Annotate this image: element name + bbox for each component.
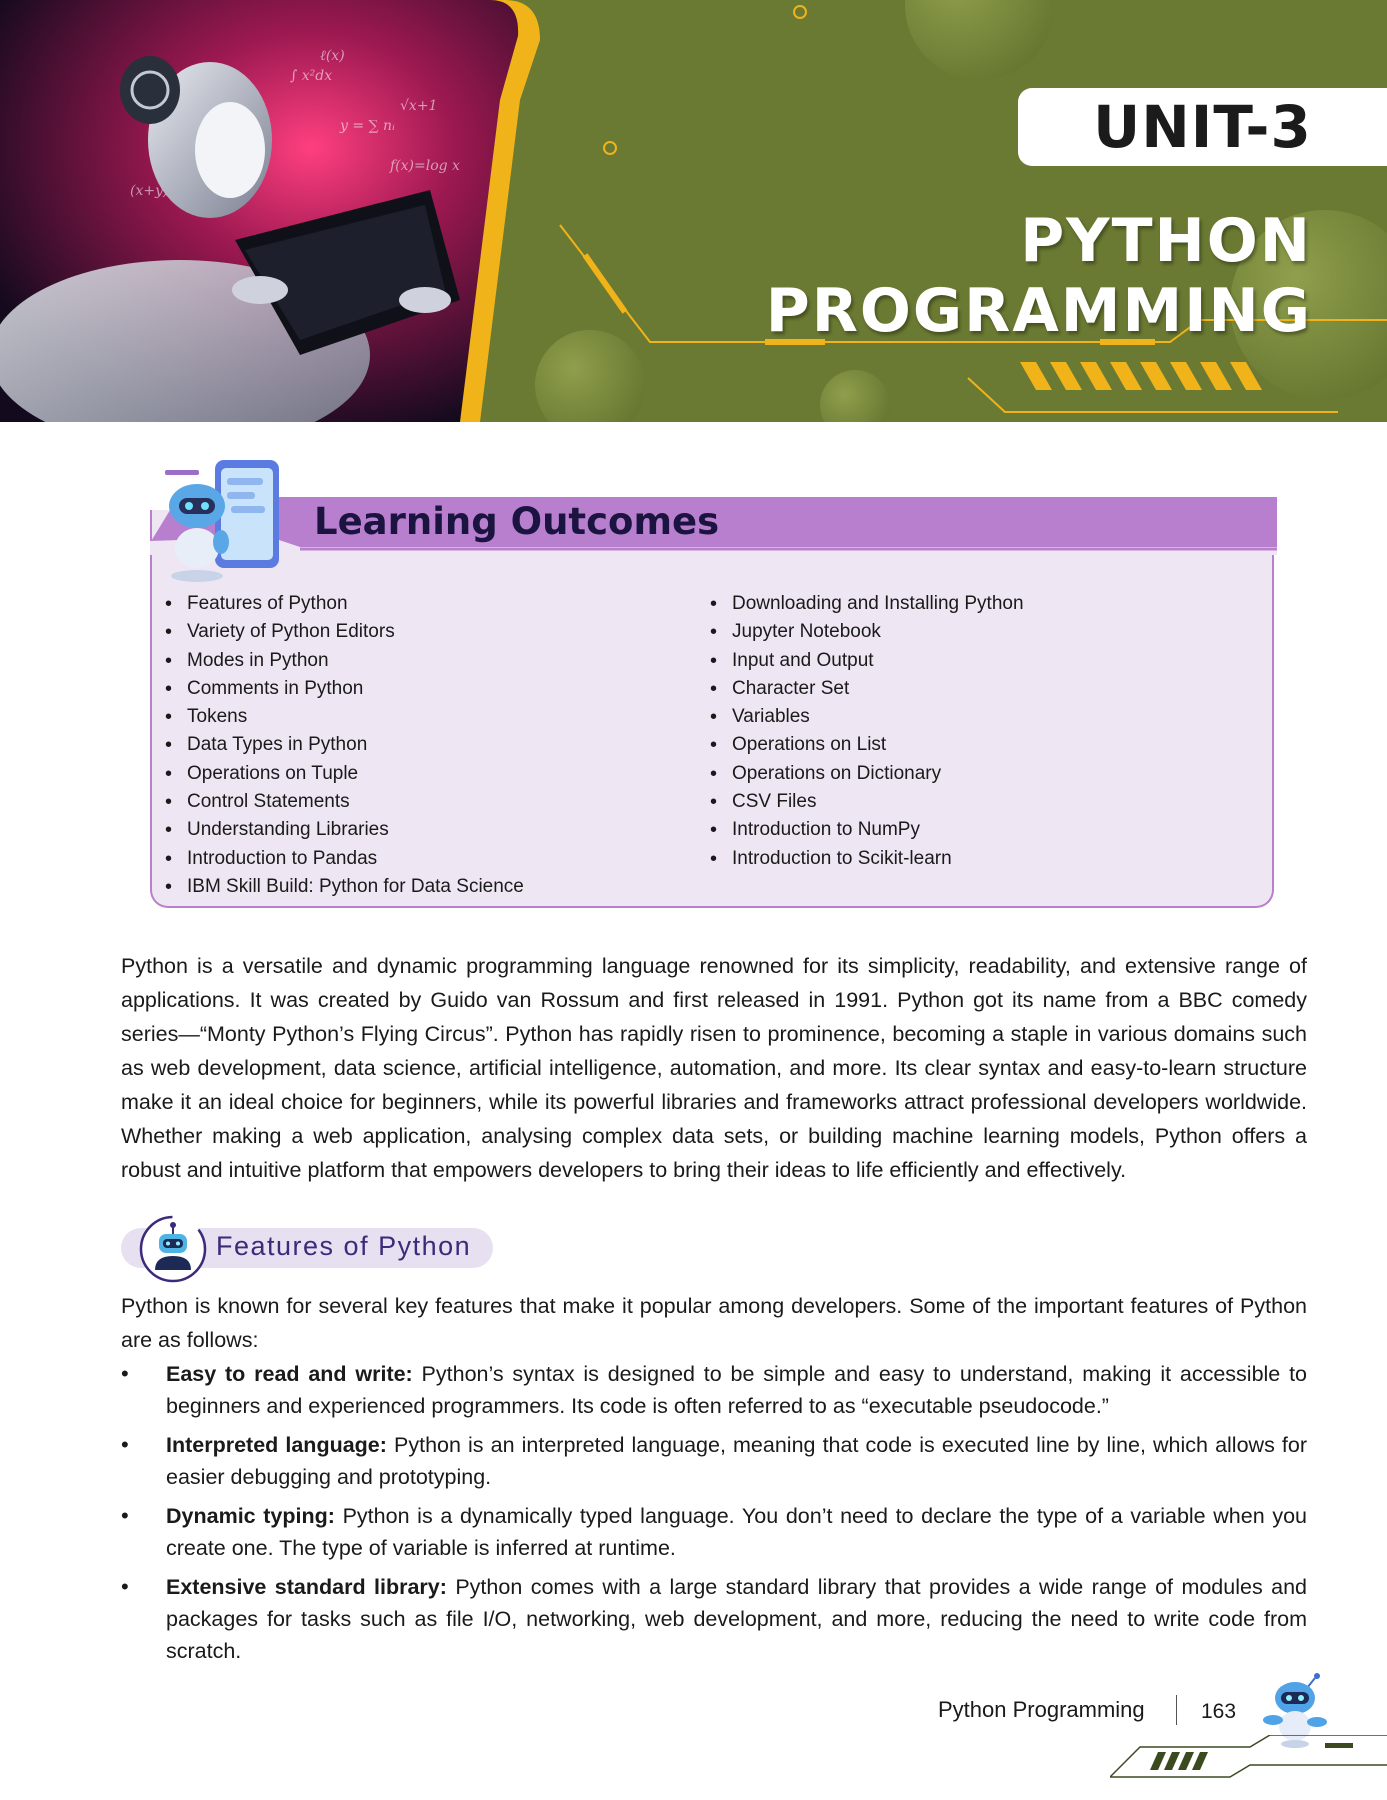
footer-divider <box>1176 1695 1177 1725</box>
list-item: Data Types in Python <box>163 731 524 760</box>
list-item: Character Set <box>708 675 1024 704</box>
list-item: Comments in Python <box>163 675 524 704</box>
feature-term: Easy to read and write: <box>166 1362 413 1386</box>
list-item: Operations on Dictionary <box>708 760 1024 789</box>
learning-outcomes-title: Learning Outcomes <box>314 500 720 543</box>
unit-label-box: UNIT-3 <box>1018 88 1387 166</box>
svg-text:y = ∑ nᵢ: y = ∑ nᵢ <box>339 118 395 134</box>
page-number: 163 <box>1201 1700 1237 1723</box>
list-item: Input and Output <box>708 647 1024 676</box>
list-item: Easy to read and write: Python’s syntax … <box>121 1358 1307 1422</box>
list-item: Introduction to Scikit-learn <box>708 845 1024 874</box>
list-item: Introduction to NumPy <box>708 816 1024 845</box>
list-item: Understanding Libraries <box>163 816 524 845</box>
feature-term: Extensive standard library: <box>166 1575 447 1599</box>
chapter-title: PYTHON PROGRAMMING <box>765 206 1312 346</box>
svg-text:ℓ(x): ℓ(x) <box>320 48 345 64</box>
list-item: Operations on Tuple <box>163 760 524 789</box>
svg-text:∫ x²dx: ∫ x²dx <box>290 68 332 84</box>
features-list: Easy to read and write: Python’s syntax … <box>121 1358 1307 1674</box>
list-item: Tokens <box>163 703 524 732</box>
robot-tablet-mascot <box>165 460 279 582</box>
learning-outcomes-left-list: Features of Python Variety of Python Edi… <box>163 590 524 902</box>
list-item: Operations on List <box>708 731 1024 760</box>
features-intro: Python is known for several key features… <box>121 1294 1307 1352</box>
list-item: Modes in Python <box>163 647 524 676</box>
list-item: Control Statements <box>163 788 524 817</box>
footer-decoration <box>1110 1735 1387 1778</box>
list-item: CSV Files <box>708 788 1024 817</box>
list-item: Interpreted language: Python is an inter… <box>121 1429 1307 1493</box>
list-item: Downloading and Installing Python <box>708 590 1024 619</box>
intro-paragraph: Python is a versatile and dynamic progra… <box>121 954 1307 1182</box>
robot-icon <box>139 1215 207 1283</box>
unit-label: UNIT-3 <box>1093 93 1312 161</box>
list-item: Variety of Python Editors <box>163 618 524 647</box>
feature-term: Interpreted language: <box>166 1433 387 1457</box>
list-item: Introduction to Pandas <box>163 845 524 874</box>
feature-description: Python is a dynamically typed language. … <box>166 1504 1307 1560</box>
footer-book-title: Python Programming <box>938 1697 1145 1722</box>
list-item: Extensive standard library: Python comes… <box>121 1571 1307 1667</box>
list-item: IBM Skill Build: Python for Data Science <box>163 873 524 902</box>
list-item: Dynamic typing: Python is a dynamically … <box>121 1500 1307 1564</box>
section-heading-features: Features of Python <box>216 1231 472 1261</box>
chapter-banner: (x+a)²∫ x²dx y = ∑ nᵢf(x)=log x (x+y)ⁿ√x… <box>0 0 1387 422</box>
feature-term: Dynamic typing: <box>166 1504 335 1528</box>
learning-outcomes-right-list: Downloading and Installing Python Jupyte… <box>708 590 1024 873</box>
svg-text:f(x)=log x: f(x)=log x <box>389 158 460 174</box>
list-item: Features of Python <box>163 590 524 619</box>
svg-text:√x+1: √x+1 <box>400 98 437 114</box>
list-item: Jupyter Notebook <box>708 618 1024 647</box>
robot-reading-illustration: (x+a)²∫ x²dx y = ∑ nᵢf(x)=log x (x+y)ⁿ√x… <box>0 0 560 422</box>
list-item: Variables <box>708 703 1024 732</box>
